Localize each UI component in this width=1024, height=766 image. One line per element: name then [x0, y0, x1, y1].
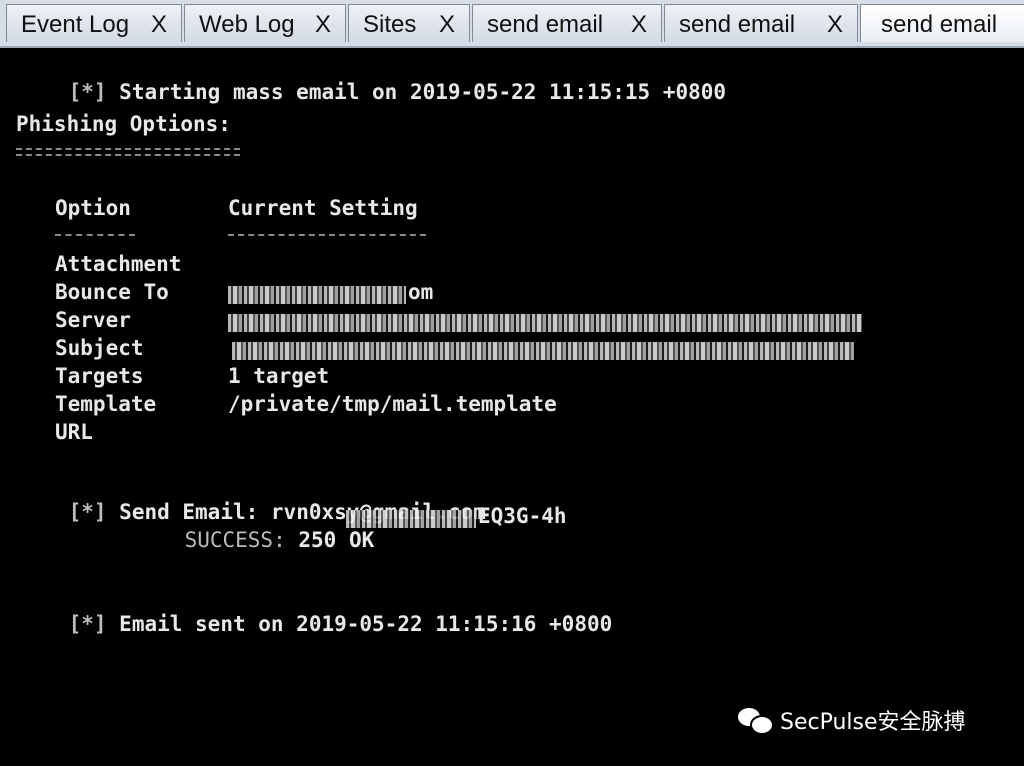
tab-label: send email: [881, 11, 998, 38]
tab-web-log[interactable]: Web Log X: [184, 4, 346, 42]
success-label: SUCCESS:: [184, 528, 286, 552]
tab-label: Event Log: [21, 11, 130, 38]
wechat-icon: [738, 706, 774, 735]
option-name: Template: [55, 392, 157, 416]
tab-close-button[interactable]: X: [151, 11, 167, 39]
tab-label: Sites: [363, 11, 417, 38]
title-underline: [16, 148, 240, 156]
option-name: Targets: [55, 364, 144, 388]
watermark: SecPulse安全脉搏: [738, 704, 966, 736]
tab-event-log[interactable]: Event Log X: [6, 4, 182, 42]
console-output[interactable]: [*] Starting mass email on 2019-05-22 11…: [0, 48, 1024, 766]
option-value: 1 target: [228, 364, 330, 388]
options-title: Phishing Options:: [16, 112, 231, 136]
option-name: Attachment: [55, 252, 182, 276]
success-text: 250 OK: [298, 528, 375, 552]
success-suffix: EQ3G-4h: [478, 504, 567, 528]
header-underline: [55, 234, 135, 236]
option-name: Server: [55, 308, 131, 332]
status-prefix: [*]: [68, 612, 107, 636]
redacted-value: [232, 342, 854, 360]
tab-label: Web Log: [199, 11, 295, 38]
header-underline: [228, 234, 426, 236]
tab-label: send email: [487, 11, 604, 38]
success-line: SUCCESS: 250 OK: [134, 504, 375, 576]
tab-close-button[interactable]: X: [827, 11, 843, 39]
redacted-value: [228, 314, 862, 332]
tab-close-button[interactable]: X: [315, 11, 331, 39]
tab-close-button[interactable]: X: [631, 11, 647, 39]
tab-label: send email: [679, 11, 796, 38]
option-value: om: [408, 280, 434, 304]
tab-send-email-3[interactable]: send email: [860, 4, 1024, 42]
redacted-value: [346, 510, 476, 528]
tab-send-email-2[interactable]: send email X: [664, 4, 858, 42]
option-name: URL: [55, 420, 93, 444]
start-text: Starting mass email on 2019-05-22 11:15:…: [119, 80, 727, 104]
email-sent-line: [*] Email sent on 2019-05-22 11:15:16 +0…: [18, 588, 613, 660]
column-header-option: Option: [55, 196, 131, 220]
tab-bar: Event Log X Web Log X Sites X send email…: [0, 0, 1024, 48]
redacted-value: [228, 286, 406, 304]
tab-send-email-1[interactable]: send email X: [472, 4, 662, 42]
column-header-setting: Current Setting: [228, 196, 418, 220]
status-prefix: [*]: [68, 500, 107, 524]
sent-text: Email sent on 2019-05-22 11:15:16 +0800: [119, 612, 613, 636]
status-prefix: [*]: [68, 80, 107, 104]
watermark-text: SecPulse安全脉搏: [780, 710, 966, 735]
option-name: Bounce To: [55, 280, 169, 304]
tab-sites[interactable]: Sites X: [348, 4, 470, 42]
option-value: /private/tmp/mail.template: [228, 392, 557, 416]
option-name: Subject: [55, 336, 144, 360]
tab-close-button[interactable]: X: [439, 11, 455, 39]
